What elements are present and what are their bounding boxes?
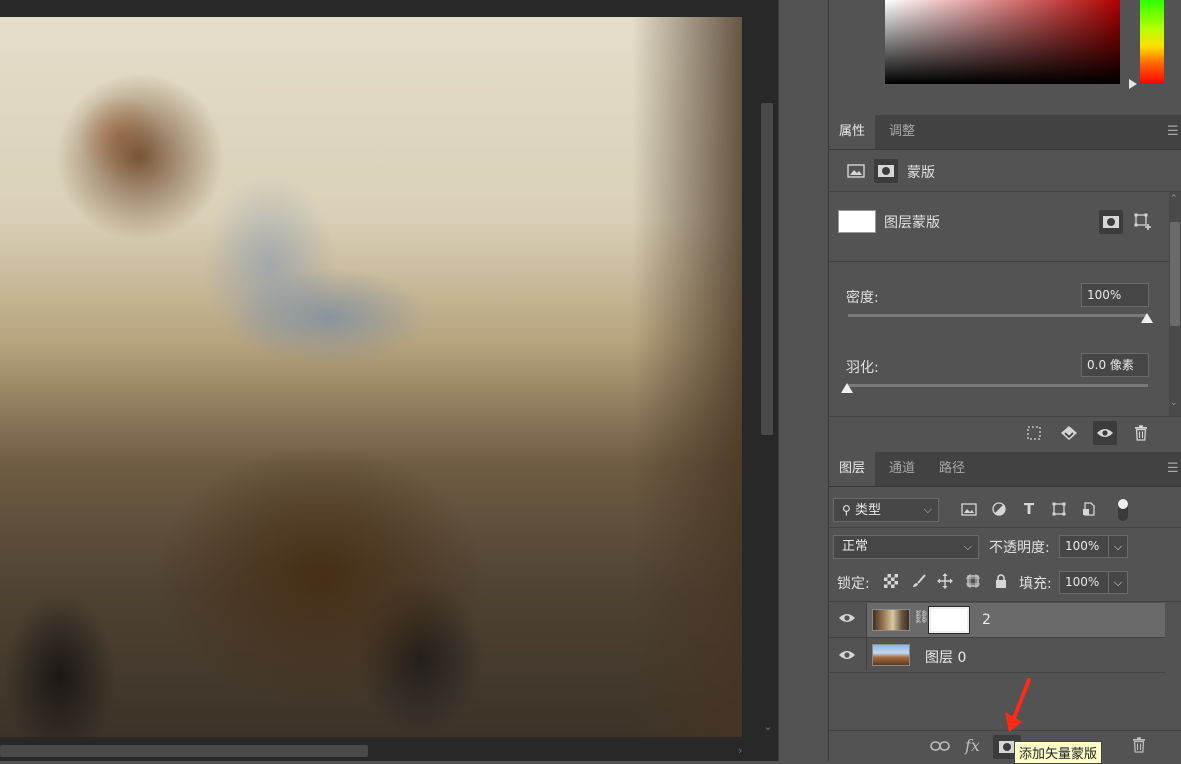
tab-paths[interactable]: 路径 <box>929 452 975 486</box>
vertical-scroll-thumb[interactable] <box>761 103 773 435</box>
scroll-down-icon[interactable]: ⌄ <box>762 720 774 733</box>
filter-kind-value: 类型 <box>854 503 881 518</box>
divider <box>829 416 1181 417</box>
layer-style-fx-button[interactable]: fx <box>965 736 980 755</box>
vector-mask-icon[interactable] <box>874 159 898 183</box>
color-field[interactable] <box>885 0 1120 84</box>
load-selection-from-mask-icon[interactable] <box>1022 421 1046 445</box>
apply-mask-icon[interactable] <box>1057 421 1081 445</box>
link-layers-icon[interactable] <box>930 738 950 756</box>
opacity-label: 不透明度: <box>989 540 1050 556</box>
layer-row-selected[interactable] <box>866 603 1165 637</box>
document-photo[interactable] <box>0 17 742 737</box>
filter-type-layers-icon[interactable]: T <box>1017 497 1041 521</box>
density-input[interactable]: 100% <box>1081 283 1149 307</box>
divider <box>829 672 1165 673</box>
chevron-down-icon: ⌵ <box>963 540 972 553</box>
density-label: 密度: <box>846 290 879 306</box>
feather-slider-thumb[interactable] <box>841 383 853 393</box>
select-layer-mask-icon[interactable] <box>1099 210 1123 234</box>
blend-mode-dropdown[interactable]: 正常 ⌵ <box>833 535 979 559</box>
horizontal-scroll-thumb[interactable] <box>0 745 368 757</box>
scroll-right-icon[interactable]: › <box>738 744 742 757</box>
hue-slider[interactable] <box>1140 0 1164 84</box>
delete-mask-trash-icon[interactable] <box>1129 421 1153 445</box>
divider <box>829 637 1165 638</box>
filter-pixel-layers-icon[interactable] <box>957 497 981 521</box>
lock-position-move-icon[interactable] <box>933 569 957 593</box>
feather-slider-track[interactable] <box>848 384 1148 387</box>
lock-artboard-icon[interactable] <box>961 569 985 593</box>
filter-toggle-knob[interactable] <box>1118 499 1128 509</box>
divider <box>829 261 1169 262</box>
delete-layer-trash-icon[interactable] <box>1132 737 1146 757</box>
lock-all-padlock-icon[interactable] <box>989 569 1013 593</box>
mask-type-label: 蒙版 <box>907 165 935 181</box>
layer-mask-thumbnail[interactable] <box>928 606 970 634</box>
hue-slider-marker-icon[interactable] <box>1129 79 1137 89</box>
chevron-down-icon: ⌵ <box>1113 540 1123 553</box>
mask-visibility-eye-icon[interactable] <box>1093 421 1117 445</box>
layer-filter-dropdown[interactable]: ⚲ 类型 ⌵ <box>833 498 939 522</box>
mask-link-chain-icon[interactable]: ⛓ <box>913 610 930 625</box>
add-vector-mask-icon[interactable] <box>1131 210 1155 234</box>
fill-dropdown-button[interactable]: ⌵ <box>1108 571 1128 594</box>
divider <box>829 601 1181 602</box>
layer-name[interactable]: 图层 0 <box>925 647 966 667</box>
pixel-mask-icon[interactable] <box>844 159 868 183</box>
lock-transparent-pixels-icon[interactable] <box>879 569 903 593</box>
fill-label: 填充: <box>1019 576 1052 592</box>
layer-thumbnail[interactable] <box>872 609 910 631</box>
tab-layers[interactable]: 图层 <box>829 452 876 486</box>
feather-label: 羽化: <box>846 360 879 376</box>
density-slider-track[interactable] <box>848 314 1148 317</box>
filter-adjustment-layers-icon[interactable] <box>987 497 1011 521</box>
collapsed-panel-dock <box>778 0 829 761</box>
feather-input[interactable]: 0.0 像素 <box>1081 353 1149 377</box>
scroll-up-icon[interactable]: ⌃ <box>1170 194 1178 204</box>
search-icon: ⚲ <box>842 503 851 517</box>
panel-menu-icon[interactable]: ☰ <box>1167 124 1179 139</box>
fill-input[interactable]: 100% <box>1059 571 1109 594</box>
chevron-down-icon: ⌵ <box>1113 576 1123 589</box>
filter-smart-objects-icon[interactable] <box>1077 497 1101 521</box>
tab-properties[interactable]: 属性 <box>829 115 876 149</box>
filter-shape-layers-icon[interactable] <box>1047 497 1071 521</box>
layer-mask-label: 图层蒙版 <box>884 215 940 231</box>
layers-panel-menu-icon[interactable]: ☰ <box>1167 461 1179 476</box>
tab-adjustments[interactable]: 调整 <box>879 115 925 149</box>
layer-visibility-eye-icon[interactable] <box>838 649 856 665</box>
opacity-input[interactable]: 100% <box>1059 535 1109 558</box>
lock-image-pixels-brush-icon[interactable] <box>907 569 931 593</box>
properties-scroll-thumb[interactable] <box>1170 222 1180 326</box>
lock-label: 锁定: <box>837 576 870 592</box>
layer-thumbnail[interactable] <box>872 644 910 666</box>
opacity-dropdown-button[interactable]: ⌵ <box>1108 535 1128 558</box>
blend-mode-value: 正常 <box>842 539 869 554</box>
layer-mask-thumbnail[interactable] <box>838 210 876 233</box>
tab-channels[interactable]: 通道 <box>879 452 925 486</box>
red-arrow-annotation-icon <box>1005 678 1031 732</box>
layer-name[interactable]: 2 <box>982 612 991 628</box>
layer-visibility-eye-icon[interactable] <box>838 612 856 628</box>
scroll-down-icon[interactable]: ⌄ <box>1170 398 1178 408</box>
divider <box>829 191 1181 192</box>
density-slider-thumb[interactable] <box>1141 313 1153 323</box>
divider <box>829 527 1181 528</box>
chevron-down-icon: ⌵ <box>923 503 932 516</box>
